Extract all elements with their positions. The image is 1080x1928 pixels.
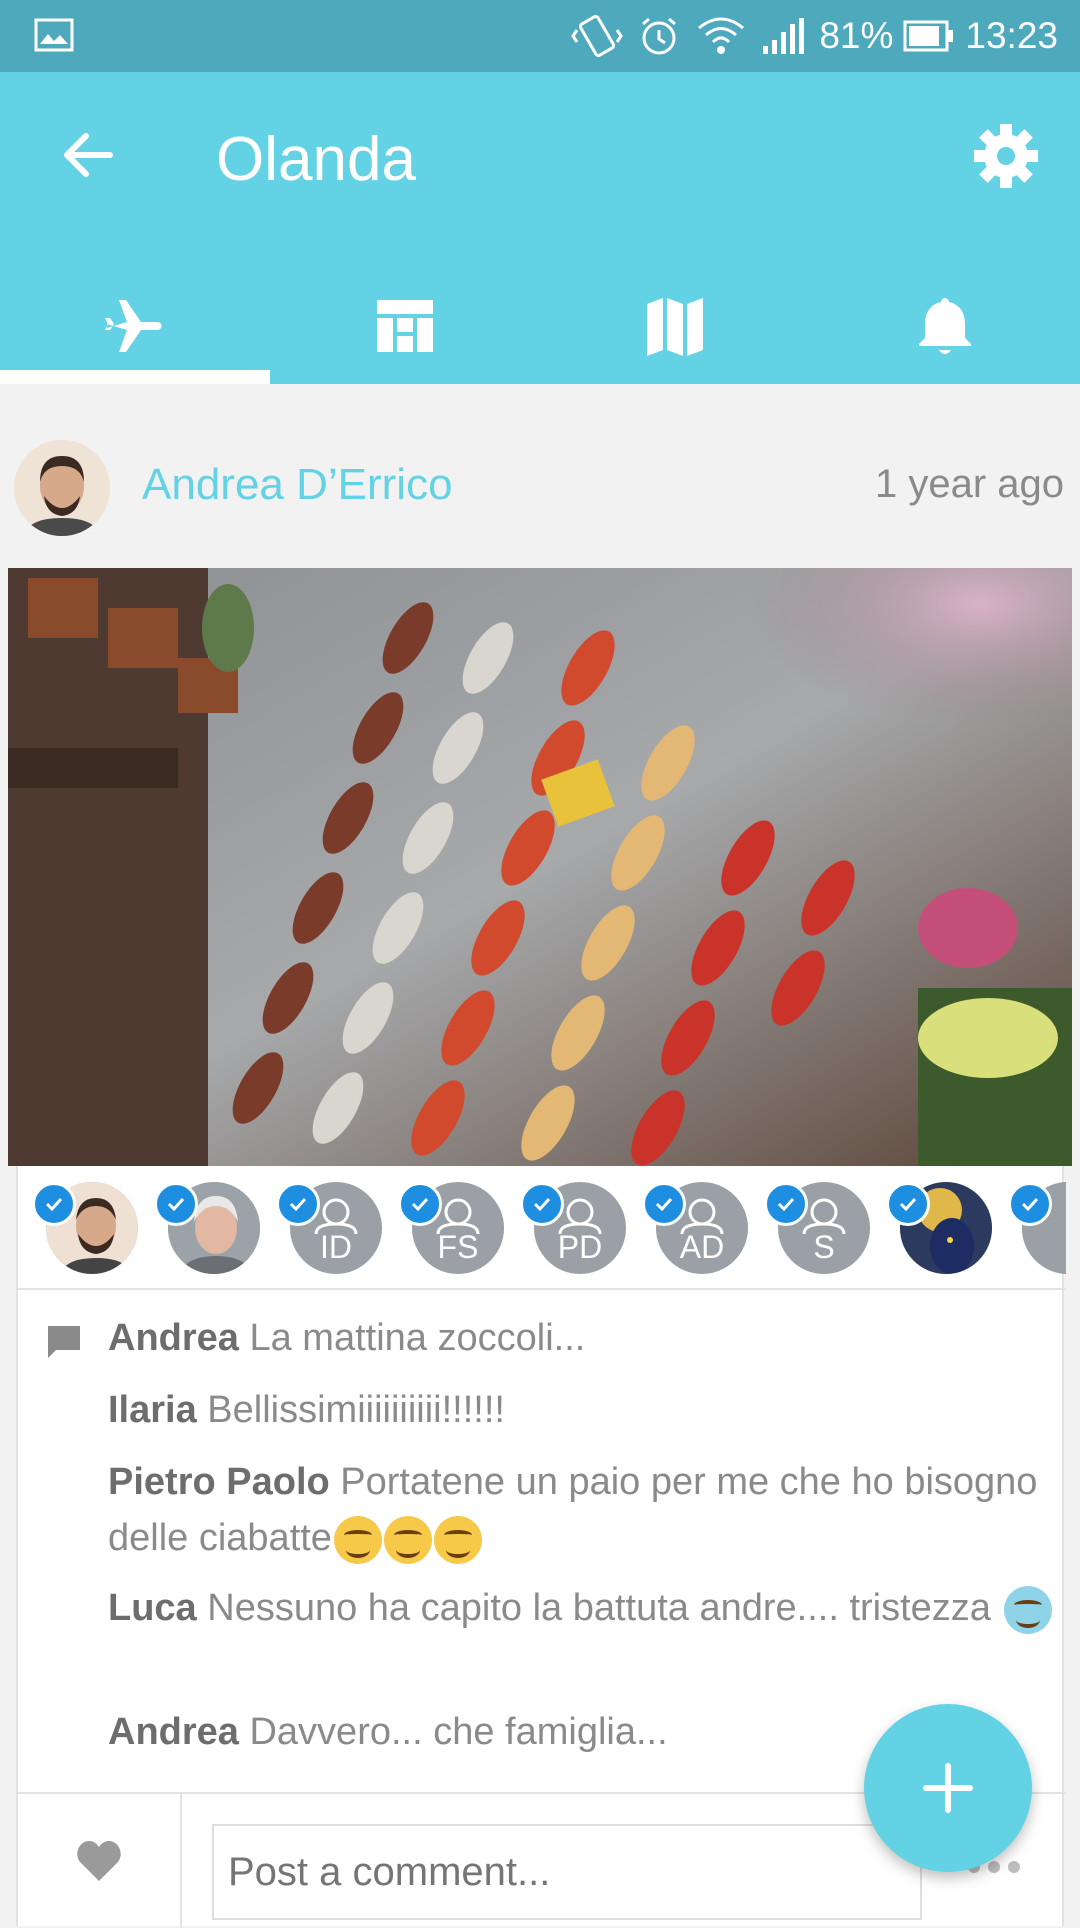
alarm-icon: [633, 14, 685, 58]
battery-percent: 81%: [819, 15, 894, 56]
post-time: 1 year ago: [874, 462, 1064, 506]
image-icon: [34, 18, 74, 57]
dot-icon: [1008, 1861, 1020, 1873]
comment: Andrea La mattina zoccoli...: [108, 1310, 1068, 1366]
viewer-avatar[interactable]: PD: [520, 1182, 626, 1274]
comment-text: Bellissimiiiiiiiiii!!!!!!: [207, 1389, 505, 1431]
check-icon: [886, 1182, 930, 1226]
comment-icon: [46, 1324, 82, 1360]
comment-text: Davvero... che famiglia...: [249, 1711, 668, 1753]
comment-text: La mattina zoccoli...: [249, 1317, 586, 1359]
heart-icon: [77, 1841, 121, 1881]
comment: Ilaria Bellissimiiiiiiiiii!!!!!!: [108, 1382, 1068, 1438]
check-icon: [154, 1182, 198, 1226]
comment-input[interactable]: [212, 1824, 922, 1920]
viewer-avatar[interactable]: [154, 1182, 260, 1274]
viewer-avatar[interactable]: FS: [398, 1182, 504, 1274]
comment: Luca Nessuno ha capito la battuta andre.…: [108, 1580, 1068, 1636]
sweat-emoji-icon: [1003, 1585, 1052, 1634]
tab-dashboard[interactable]: [270, 268, 540, 384]
author-name[interactable]: Andrea D’Errico: [142, 460, 453, 510]
post-photo[interactable]: [8, 568, 1072, 1166]
battery-icon: [903, 14, 955, 58]
app-bar: Olanda: [0, 72, 1080, 384]
viewer-avatar[interactable]: ID: [276, 1182, 382, 1274]
comment-author[interactable]: Andrea: [108, 1317, 239, 1359]
back-button[interactable]: [52, 120, 122, 190]
comment-author[interactable]: Ilaria: [108, 1389, 197, 1431]
check-icon: [276, 1182, 320, 1226]
gear-icon: [974, 124, 1038, 188]
clock: 13:23: [965, 15, 1058, 56]
settings-button[interactable]: [970, 120, 1042, 192]
viewer-avatar[interactable]: [1008, 1182, 1066, 1274]
tab-trip[interactable]: [0, 268, 270, 384]
viewer-initials: AD: [679, 1229, 725, 1265]
comment: Pietro Paolo Portatene un paio per me ch…: [108, 1454, 1068, 1566]
viewer-avatar[interactable]: S: [764, 1182, 870, 1274]
dashboard-icon: [377, 300, 433, 352]
plane-icon: [105, 300, 162, 352]
check-icon: [1008, 1182, 1052, 1226]
viewer-initials: ID: [320, 1229, 352, 1265]
vibrate-icon: [571, 14, 624, 58]
check-icon: [32, 1182, 76, 1226]
dot-icon: [988, 1861, 1000, 1873]
like-button[interactable]: [18, 1794, 182, 1928]
viewer-avatar[interactable]: [886, 1182, 992, 1274]
comment-text: Nessuno ha capito la battuta andre.... t…: [207, 1587, 991, 1629]
viewer-initials: PD: [557, 1229, 603, 1265]
author-avatar[interactable]: [14, 440, 110, 536]
viewers-row: ID FS PD AD S: [18, 1166, 1066, 1290]
tab-map[interactable]: [540, 268, 810, 384]
comment-author[interactable]: Luca: [108, 1587, 197, 1629]
wifi-icon: [695, 14, 747, 58]
viewer-initials: S: [813, 1229, 835, 1265]
page-title: Olanda: [216, 125, 416, 194]
check-icon: [764, 1182, 808, 1226]
comment-author[interactable]: Andrea: [108, 1711, 239, 1753]
smile-emoji-icon: [433, 1515, 482, 1564]
tab-notifications[interactable]: [810, 268, 1080, 384]
signal-icon: [757, 14, 809, 58]
viewer-avatar[interactable]: [32, 1182, 138, 1274]
bell-icon: [919, 298, 971, 354]
check-icon: [642, 1182, 686, 1226]
post-header: Andrea D’Errico 1 year ago: [0, 440, 1080, 540]
tab-bar: [0, 268, 1080, 384]
plus-icon: [923, 1763, 973, 1813]
comment-author[interactable]: Pietro Paolo: [108, 1461, 330, 1503]
viewer-avatar[interactable]: AD: [642, 1182, 748, 1274]
check-icon: [520, 1182, 564, 1226]
status-bar: 81% 13:23: [0, 0, 1080, 72]
add-fab-button[interactable]: [864, 1704, 1032, 1872]
smile-emoji-icon: [383, 1515, 432, 1564]
map-icon: [647, 298, 703, 356]
viewer-initials: FS: [437, 1229, 479, 1265]
check-icon: [398, 1182, 442, 1226]
smile-emoji-icon: [333, 1515, 382, 1564]
arrow-back-icon: [64, 133, 113, 177]
